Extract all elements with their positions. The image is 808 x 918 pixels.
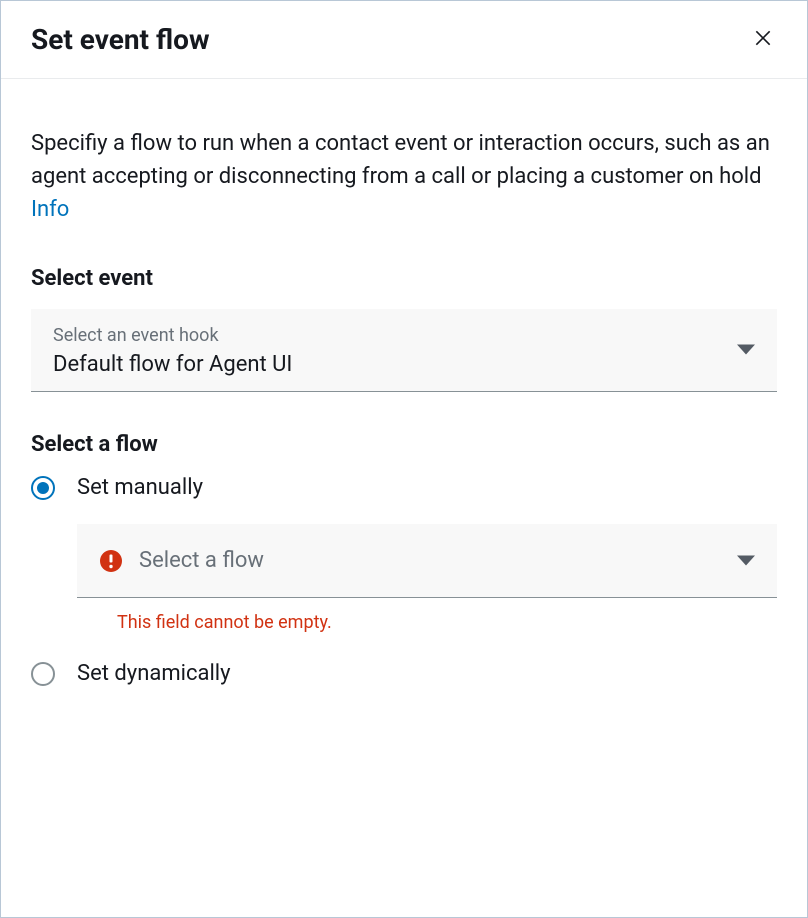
flow-error-message: This field cannot be empty. <box>117 612 777 633</box>
info-link[interactable]: Info <box>31 197 69 222</box>
chevron-down-icon <box>737 551 755 570</box>
event-section-label: Select event <box>31 266 777 291</box>
flow-section: Select a flow Set manually Select a flow <box>31 432 777 686</box>
close-icon <box>753 28 773 51</box>
event-hook-sub-label: Select an event hook <box>53 325 755 346</box>
radio-set-manually[interactable] <box>31 476 55 500</box>
dialog-title: Set event flow <box>31 23 210 56</box>
event-hook-value: Default flow for Agent UI <box>53 352 755 377</box>
radio-row-manually: Set manually <box>31 475 777 500</box>
flow-section-label: Select a flow <box>31 432 777 457</box>
flow-radio-group: Set manually Select a flow <box>31 475 777 686</box>
flow-select-placeholder: Select a flow <box>139 548 264 573</box>
flow-select[interactable]: Select a flow <box>77 524 777 598</box>
radio-set-dynamically[interactable] <box>31 662 55 686</box>
manual-flow-block: Select a flow This field cannot be empty… <box>77 524 777 633</box>
dialog-body: Specifiy a flow to run when a contact ev… <box>1 79 807 740</box>
description-text: Specifiy a flow to run when a contact ev… <box>31 127 777 226</box>
event-section: Select event Select an event hook Defaul… <box>31 266 777 392</box>
radio-label-manually: Set manually <box>77 475 203 500</box>
description-text-content: Specifiy a flow to run when a contact ev… <box>31 131 770 189</box>
chevron-down-icon <box>737 341 755 360</box>
error-icon <box>99 549 123 573</box>
radio-label-dynamically: Set dynamically <box>77 661 231 686</box>
event-hook-select[interactable]: Select an event hook Default flow for Ag… <box>31 309 777 392</box>
dialog-header: Set event flow <box>1 1 807 79</box>
radio-row-dynamically: Set dynamically <box>31 661 777 686</box>
close-button[interactable] <box>749 24 777 55</box>
